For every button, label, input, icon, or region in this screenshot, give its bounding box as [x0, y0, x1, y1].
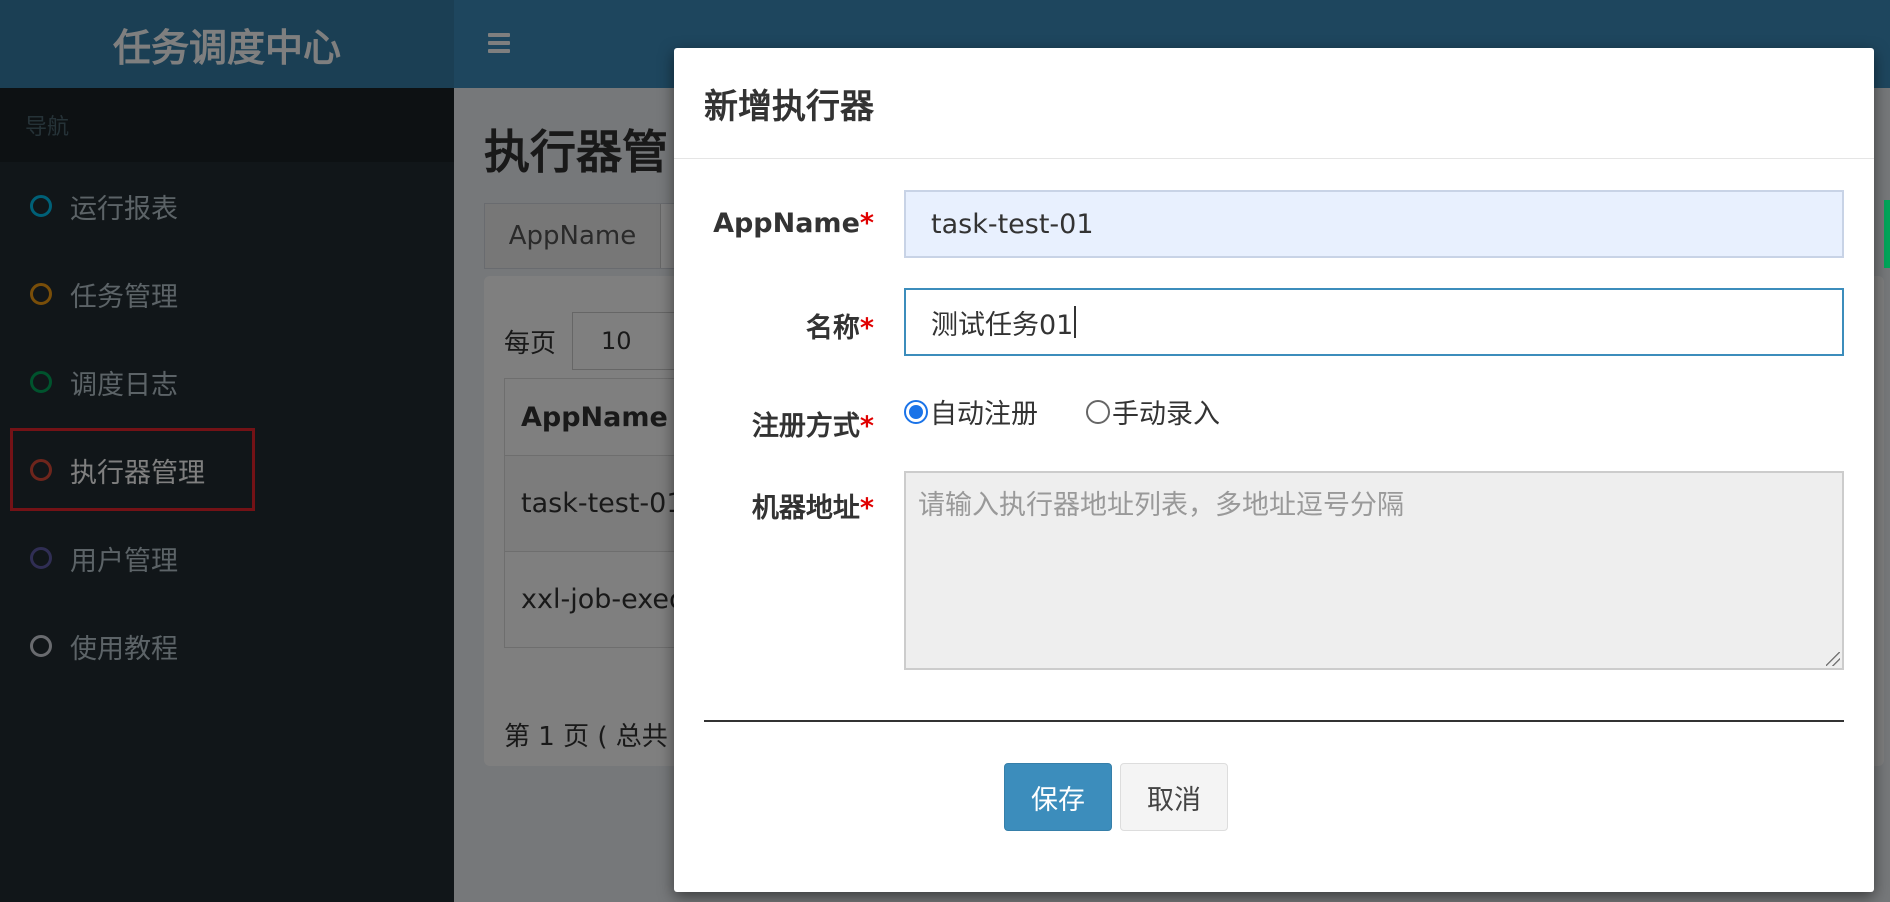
name-input[interactable]: 测试任务01: [904, 288, 1844, 356]
resize-handle-icon[interactable]: [1826, 652, 1840, 666]
text-caret: [1074, 306, 1077, 338]
required-mark: *: [859, 493, 874, 524]
save-button[interactable]: 保存: [1004, 763, 1112, 831]
partial-button-edge: [1884, 200, 1890, 268]
radio-option-label: 自动注册: [930, 399, 1038, 430]
radio-unchecked-icon[interactable]: [1086, 399, 1110, 424]
cancel-button[interactable]: 取消: [1120, 763, 1228, 831]
appname-input[interactable]: task-test-01: [904, 190, 1844, 258]
radio-manual-entry[interactable]: 手动录入: [1086, 392, 1220, 431]
form-divider: [704, 720, 1844, 722]
required-mark: *: [859, 313, 874, 344]
appname-label: AppName*: [713, 208, 874, 239]
register-mode-label: 注册方式*: [751, 411, 874, 442]
name-label: 名称*: [805, 313, 874, 344]
address-placeholder: 请输入执行器地址列表，多地址逗号分隔: [918, 490, 1404, 521]
required-mark: *: [859, 411, 874, 442]
modal-title: 新增执行器: [674, 48, 1874, 159]
register-mode-radio-group: 自动注册 手动录入: [904, 392, 1268, 431]
address-textarea[interactable]: 请输入执行器地址列表，多地址逗号分隔: [904, 471, 1844, 670]
add-executor-modal: 新增执行器 AppName* task-test-01 名称* 测试任务01 注…: [674, 48, 1874, 892]
radio-auto-register[interactable]: 自动注册: [904, 392, 1038, 431]
radio-checked-icon[interactable]: [904, 399, 928, 424]
address-label: 机器地址*: [751, 493, 874, 524]
radio-option-label: 手动录入: [1112, 399, 1220, 430]
required-mark: *: [859, 208, 874, 239]
